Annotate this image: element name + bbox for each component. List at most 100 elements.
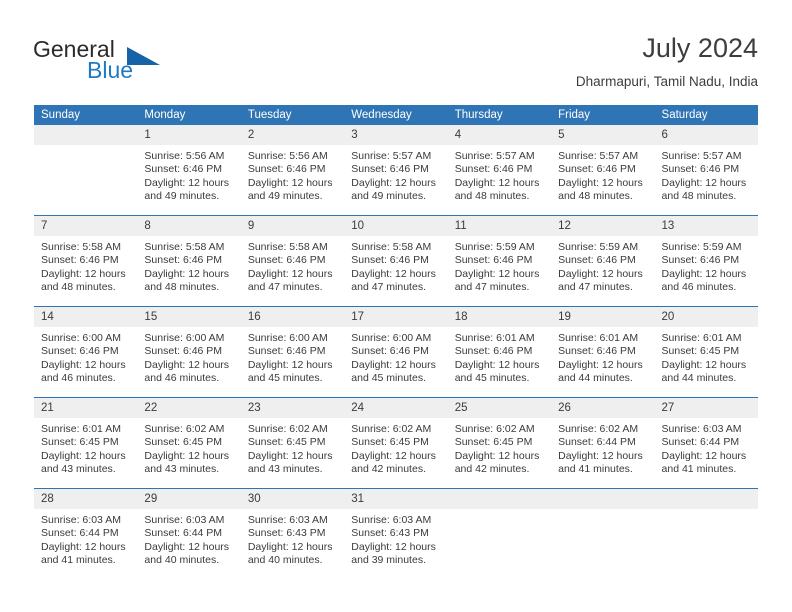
day-cell: 28 Sunrise: 6:03 AM Sunset: 6:44 PM Dayligh…: [34, 489, 138, 579]
sunset-text: Sunset: 6:46 PM: [41, 345, 119, 358]
weekday-header-sunday: Sunday: [34, 105, 138, 125]
day-cell: 19 Sunrise: 6:01 AM Sunset: 6:46 PM Dayligh…: [551, 307, 655, 397]
daylight-text-line2: and 47 minutes.: [247, 281, 323, 294]
day-number: 13: [654, 216, 758, 236]
daylight-text-line1: Daylight: 12 hours: [661, 176, 747, 189]
daylight-text-line1: Daylight: 12 hours: [247, 176, 333, 189]
daylight-text-line1: Daylight: 12 hours: [41, 358, 126, 371]
calendar-cell[interactable]: 28 Sunrise: 6:03 AM Sunset: 6:44 PM Dayligh…: [34, 488, 138, 579]
day-sun-info: Sunrise: 5:58 AM Sunset: 6:46 PM Daylight:…: [241, 236, 344, 295]
daylight-text-line1: Daylight: 12 hours: [351, 358, 436, 371]
calendar-cell[interactable]: 6 Sunrise: 5:57 AM Sunset: 6:46 PM Daylight…: [654, 125, 758, 216]
daylight-text-line2: and 48 minutes.: [558, 190, 633, 203]
day-cell: 17 Sunrise: 6:00 AM Sunset: 6:46 PM Dayligh…: [344, 307, 448, 397]
day-number: 28: [34, 489, 138, 509]
calendar-cell[interactable]: 17 Sunrise: 6:00 AM Sunset: 6:46 PM Dayligh…: [344, 306, 448, 398]
daylight-text-line1: Daylight: 12 hours: [41, 540, 126, 553]
daylight-text-line1: Daylight: 12 hours: [144, 540, 230, 553]
day-number: [654, 489, 758, 509]
day-cell: 9 Sunrise: 5:58 AM Sunset: 6:46 PM Daylight…: [240, 216, 345, 306]
sunrise-text: Sunrise: 6:02 AM: [558, 423, 639, 435]
day-number: 4: [447, 125, 552, 145]
day-number: 5: [551, 125, 655, 145]
daylight-text-line2: and 48 minutes.: [454, 190, 530, 203]
calendar-cell[interactable]: 18 Sunrise: 6:01 AM Sunset: 6:46 PM Dayligh…: [447, 306, 552, 398]
calendar-cell[interactable]: 10 Sunrise: 5:58 AM Sunset: 6:46 PM Dayligh…: [344, 215, 448, 307]
daylight-text-line1: Daylight: 12 hours: [454, 267, 540, 280]
daylight-text-line1: Daylight: 12 hours: [144, 449, 230, 462]
day-cell: 23 Sunrise: 6:02 AM Sunset: 6:45 PM Dayligh…: [240, 398, 345, 488]
daylight-text-line1: Daylight: 12 hours: [558, 267, 643, 280]
calendar-cell[interactable]: 26 Sunrise: 6:02 AM Sunset: 6:44 PM Dayligh…: [551, 397, 655, 489]
daylight-text-line1: Daylight: 12 hours: [661, 449, 747, 462]
daylight-text-line2: and 43 minutes.: [247, 463, 323, 476]
day-cell: 2 Sunrise: 5:56 AM Sunset: 6:46 PM Daylight…: [240, 125, 345, 215]
day-cell: [34, 125, 138, 215]
sunrise-text: Sunrise: 5:58 AM: [247, 241, 328, 253]
calendar-cell[interactable]: 16 Sunrise: 6:00 AM Sunset: 6:46 PM Dayligh…: [240, 306, 345, 398]
sunset-text: Sunset: 6:45 PM: [247, 436, 326, 449]
calendar-cell[interactable]: 5 Sunrise: 5:57 AM Sunset: 6:46 PM Daylight…: [551, 125, 655, 216]
calendar-cell[interactable]: 21 Sunrise: 6:01 AM Sunset: 6:45 PM Dayligh…: [34, 397, 138, 489]
sunrise-text: Sunrise: 5:57 AM: [558, 150, 639, 162]
daylight-text-line1: Daylight: 12 hours: [454, 449, 540, 462]
day-cell: 6 Sunrise: 5:57 AM Sunset: 6:46 PM Daylight…: [654, 125, 758, 215]
calendar-cell[interactable]: 11 Sunrise: 5:59 AM Sunset: 6:46 PM Dayligh…: [447, 215, 552, 307]
calendar-cell[interactable]: 3 Sunrise: 5:57 AM Sunset: 6:46 PM Daylight…: [344, 125, 448, 216]
day-cell: 10 Sunrise: 5:58 AM Sunset: 6:46 PM Dayligh…: [344, 216, 448, 306]
day-cell: 13 Sunrise: 5:59 AM Sunset: 6:46 PM Dayligh…: [654, 216, 758, 306]
day-cell: 8 Sunrise: 5:58 AM Sunset: 6:46 PM Daylight…: [137, 216, 241, 306]
sunrise-text: Sunrise: 5:58 AM: [144, 241, 225, 253]
daylight-text-line2: and 48 minutes.: [41, 281, 116, 294]
sunrise-text: Sunrise: 5:57 AM: [661, 150, 742, 162]
calendar-cell: [34, 125, 138, 216]
calendar-cell[interactable]: 15 Sunrise: 6:00 AM Sunset: 6:46 PM Dayligh…: [137, 306, 241, 398]
calendar-cell[interactable]: 8 Sunrise: 5:58 AM Sunset: 6:46 PM Daylight…: [137, 215, 241, 307]
calendar-cell[interactable]: 1 Sunrise: 5:56 AM Sunset: 6:46 PM Daylight…: [137, 125, 241, 216]
sunrise-text: Sunrise: 6:01 AM: [454, 332, 535, 344]
day-cell: 7 Sunrise: 5:58 AM Sunset: 6:46 PM Daylight…: [34, 216, 138, 306]
calendar-cell[interactable]: 30 Sunrise: 6:03 AM Sunset: 6:43 PM Dayligh…: [240, 488, 345, 579]
calendar-cell[interactable]: 22 Sunrise: 6:02 AM Sunset: 6:45 PM Dayligh…: [137, 397, 241, 489]
day-sun-info: Sunrise: 5:58 AM Sunset: 6:46 PM Daylight:…: [344, 236, 447, 295]
day-cell: 3 Sunrise: 5:57 AM Sunset: 6:46 PM Daylight…: [344, 125, 448, 215]
day-cell: 5 Sunrise: 5:57 AM Sunset: 6:46 PM Daylight…: [551, 125, 655, 215]
day-number: 19: [551, 307, 655, 327]
sunset-text: Sunset: 6:46 PM: [144, 254, 223, 267]
day-sun-info: Sunrise: 5:58 AM Sunset: 6:46 PM Daylight:…: [34, 236, 137, 295]
calendar-cell[interactable]: 2 Sunrise: 5:56 AM Sunset: 6:46 PM Daylight…: [240, 125, 345, 216]
calendar-cell[interactable]: 12 Sunrise: 5:59 AM Sunset: 6:46 PM Dayligh…: [551, 215, 655, 307]
day-number: 1: [137, 125, 241, 145]
calendar-cell[interactable]: 25 Sunrise: 6:02 AM Sunset: 6:45 PM Dayligh…: [447, 397, 552, 489]
calendar-cell[interactable]: 4 Sunrise: 5:57 AM Sunset: 6:46 PM Daylight…: [447, 125, 552, 216]
calendar-cell[interactable]: 19 Sunrise: 6:01 AM Sunset: 6:46 PM Dayligh…: [551, 306, 655, 398]
day-cell: 12 Sunrise: 5:59 AM Sunset: 6:46 PM Dayligh…: [551, 216, 655, 306]
calendar-cell[interactable]: 20 Sunrise: 6:01 AM Sunset: 6:45 PM Dayligh…: [654, 306, 758, 398]
weekday-header-friday: Friday: [551, 105, 655, 125]
calendar-week-row: 21 Sunrise: 6:01 AM Sunset: 6:45 PM Dayligh…: [34, 397, 758, 489]
sunset-text: Sunset: 6:45 PM: [351, 436, 429, 449]
sunset-text: Sunset: 6:46 PM: [558, 163, 636, 176]
day-cell: 11 Sunrise: 5:59 AM Sunset: 6:46 PM Dayligh…: [447, 216, 552, 306]
calendar-cell[interactable]: 29 Sunrise: 6:03 AM Sunset: 6:44 PM Dayligh…: [137, 488, 241, 579]
calendar-cell[interactable]: 13 Sunrise: 5:59 AM Sunset: 6:46 PM Dayligh…: [654, 215, 758, 307]
calendar-cell[interactable]: 14 Sunrise: 6:00 AM Sunset: 6:46 PM Dayligh…: [34, 306, 138, 398]
calendar-cell[interactable]: 31 Sunrise: 6:03 AM Sunset: 6:43 PM Dayligh…: [344, 488, 448, 579]
daylight-text-line2: and 41 minutes.: [661, 463, 737, 476]
day-sun-info: Sunrise: 6:03 AM Sunset: 6:44 PM Daylight:…: [34, 509, 137, 568]
calendar-cell[interactable]: 23 Sunrise: 6:02 AM Sunset: 6:45 PM Dayligh…: [240, 397, 345, 489]
brand-logo[interactable]: General Blue: [33, 36, 213, 88]
calendar-week-row: 14 Sunrise: 6:00 AM Sunset: 6:46 PM Dayligh…: [34, 306, 758, 398]
calendar-cell[interactable]: 27 Sunrise: 6:03 AM Sunset: 6:44 PM Dayligh…: [654, 397, 758, 489]
day-sun-info: Sunrise: 5:59 AM Sunset: 6:46 PM Daylight:…: [448, 236, 551, 295]
calendar-cell[interactable]: 9 Sunrise: 5:58 AM Sunset: 6:46 PM Daylight…: [240, 215, 345, 307]
sunset-text: Sunset: 6:46 PM: [661, 163, 740, 176]
day-cell: 29 Sunrise: 6:03 AM Sunset: 6:44 PM Dayligh…: [137, 489, 241, 579]
calendar-cell[interactable]: 24 Sunrise: 6:02 AM Sunset: 6:45 PM Dayligh…: [344, 397, 448, 489]
calendar-cell[interactable]: 7 Sunrise: 5:58 AM Sunset: 6:46 PM Daylight…: [34, 215, 138, 307]
day-sun-info: Sunrise: 6:02 AM Sunset: 6:44 PM Daylight:…: [551, 418, 654, 477]
day-sun-info: Sunrise: 6:01 AM Sunset: 6:45 PM Daylight:…: [34, 418, 137, 477]
daylight-text-line1: Daylight: 12 hours: [454, 358, 540, 371]
daylight-text-line1: Daylight: 12 hours: [247, 267, 333, 280]
day-sun-info: Sunrise: 6:02 AM Sunset: 6:45 PM Daylight:…: [344, 418, 447, 477]
